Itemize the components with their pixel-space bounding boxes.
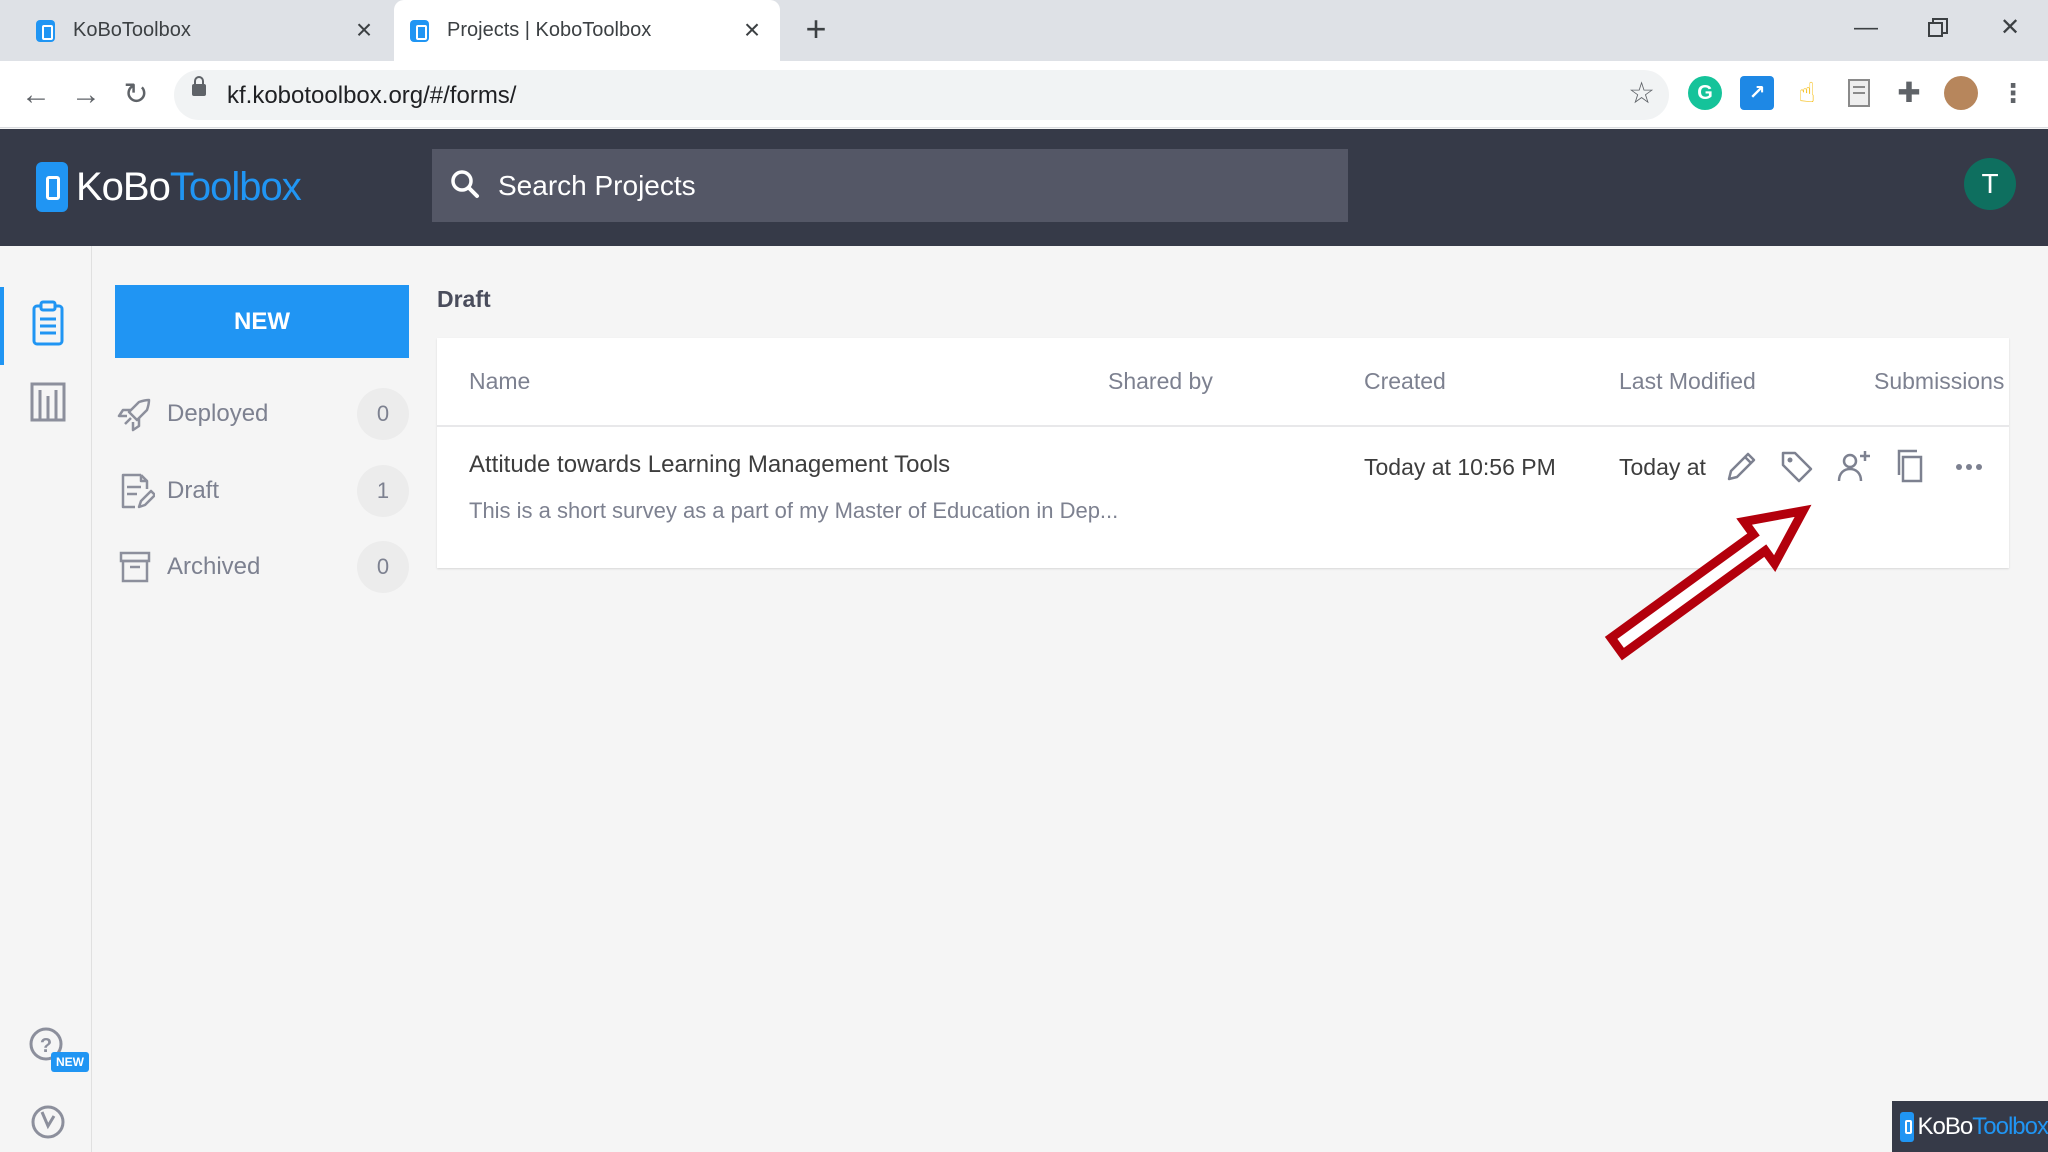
count-badge: 0 <box>357 388 409 440</box>
url-text: kf.kobotoolbox.org/#/forms/ <box>227 82 517 109</box>
sidebar-item-label: Deployed <box>167 400 269 427</box>
lock-icon <box>192 76 206 96</box>
bookmark-star-icon[interactable]: ☆ <box>1628 76 1655 111</box>
project-description: This is a short survey as a part of my M… <box>469 498 1119 523</box>
project-name[interactable]: Attitude towards Learning Management Too… <box>469 451 950 479</box>
browser-tab[interactable]: KoBoToolbox × <box>20 0 392 61</box>
support-icon[interactable] <box>26 1098 70 1146</box>
kobotoolbox-watermark: KoBo Toolbox <box>1892 1101 2048 1152</box>
browser-menu-icon[interactable]: ⋮ <box>1996 76 2030 110</box>
tab-title: KoBoToolbox <box>73 19 191 41</box>
tag-icon[interactable] <box>1777 447 1817 487</box>
window-close-icon[interactable]: ✕ <box>1986 8 2034 48</box>
column-header-last-modified[interactable]: Last Modified <box>1619 368 1756 395</box>
sidebar-item-deployed[interactable]: Deployed 0 <box>115 386 409 442</box>
sidebar-item-label: Archived <box>167 553 261 580</box>
draft-form-icon <box>121 473 155 509</box>
extension-hand-icon[interactable]: ☝ <box>1790 76 1824 110</box>
address-bar[interactable]: kf.kobotoolbox.org/#/forms/ ☆ <box>174 70 1669 120</box>
search-icon <box>451 170 479 198</box>
rocket-icon <box>117 398 151 432</box>
new-project-button[interactable]: NEW <box>115 285 409 358</box>
browser-tab-active[interactable]: Projects | KoboToolbox × <box>394 0 780 61</box>
count-badge: 0 <box>357 541 409 593</box>
sidebar-item-draft[interactable]: Draft 1 <box>115 463 409 519</box>
logo-mark-icon <box>1900 1111 1914 1142</box>
back-icon[interactable]: ← <box>14 73 58 117</box>
column-header-created[interactable]: Created <box>1364 368 1446 395</box>
restore-icon[interactable] <box>1914 8 1962 48</box>
project-last-modified: Today at <box>1619 454 1706 480</box>
forms-clipboard-icon[interactable] <box>26 300 70 348</box>
table-header: Name Shared by Created Last Modified Sub… <box>437 338 2009 427</box>
browser-toolbar: ← → ↻ kf.kobotoolbox.org/#/forms/ ☆ G ↗ … <box>0 61 2048 128</box>
more-icon[interactable] <box>1949 447 1989 487</box>
tab-title: Projects | KoboToolbox <box>447 19 652 41</box>
kobo-favicon-icon <box>36 19 55 42</box>
tab-close-icon[interactable]: × <box>350 15 378 45</box>
clone-icon[interactable] <box>1891 447 1931 487</box>
extension-arrow-icon[interactable]: ↗ <box>1740 76 1774 110</box>
search-projects[interactable] <box>432 149 1348 222</box>
kobo-favicon-icon <box>410 19 429 42</box>
extensions-puzzle-icon[interactable]: ✚ <box>1892 76 1926 110</box>
browser-tabstrip: KoBoToolbox × Projects | KoboToolbox × +… <box>0 0 2048 61</box>
app-header: KoBoToolbox T <box>0 129 2048 246</box>
column-header-shared-by[interactable]: Shared by <box>1108 368 1213 395</box>
extension-page-icon[interactable] <box>1842 76 1876 110</box>
share-user-icon[interactable] <box>1834 447 1874 487</box>
reload-icon[interactable]: ↻ <box>114 73 158 117</box>
minimize-icon[interactable]: — <box>1842 8 1890 48</box>
archive-box-icon <box>119 551 151 583</box>
grammarly-extension-icon[interactable]: G <box>1688 76 1722 110</box>
new-tab-icon[interactable]: + <box>798 11 834 48</box>
sidebar-item-label: Draft <box>167 477 220 504</box>
library-icon[interactable] <box>26 378 70 426</box>
column-header-submissions[interactable]: Submissions <box>1874 368 2004 395</box>
search-input[interactable] <box>498 149 1338 222</box>
user-avatar[interactable]: T <box>1964 158 2016 210</box>
left-rail: ? <box>0 246 92 1152</box>
project-created: Today at 10:56 PM <box>1364 454 1556 480</box>
annotation-arrow-icon <box>1604 504 1812 661</box>
edit-pencil-icon[interactable] <box>1721 447 1761 487</box>
help-new-badge: NEW <box>51 1052 89 1072</box>
count-badge: 1 <box>357 465 409 517</box>
kobotoolbox-logo[interactable]: KoBo Toolbox <box>36 159 302 215</box>
profile-avatar-icon[interactable] <box>1944 76 1978 110</box>
column-header-name[interactable]: Name <box>469 368 530 395</box>
section-title: Draft <box>437 286 491 312</box>
forward-icon[interactable]: → <box>64 73 108 117</box>
tab-close-icon[interactable]: × <box>738 15 766 45</box>
logo-mark-icon <box>36 162 68 212</box>
rail-active-indicator <box>0 287 4 365</box>
sidebar-item-archived[interactable]: Archived 0 <box>115 539 409 595</box>
